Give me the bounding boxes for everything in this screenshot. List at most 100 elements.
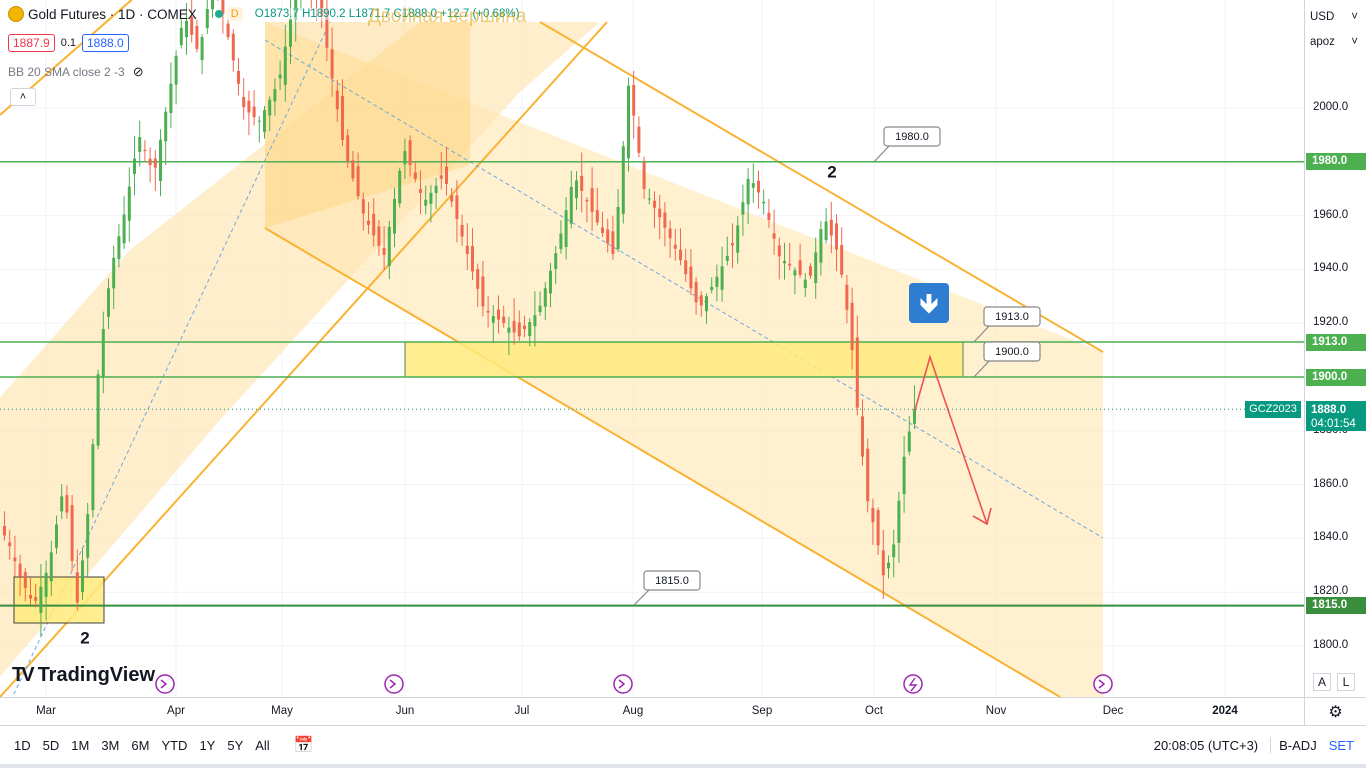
time-tick-label: Sep	[751, 705, 773, 717]
time-axis[interactable]: Mar Apr May Jun Jul Aug Sep Oct Nov Dec 2024	[0, 697, 1304, 725]
timeframe-button[interactable]: 3M	[95, 738, 125, 753]
candle-body	[465, 245, 469, 254]
candle-body	[871, 508, 875, 523]
currency-select[interactable]: USD ˅	[1308, 6, 1362, 28]
timeframe-button[interactable]: 1M	[65, 738, 95, 753]
candle-body	[273, 89, 277, 102]
candle-body	[34, 596, 38, 601]
collapse-legend-button[interactable]: ˄	[10, 88, 36, 106]
tradingview-logo[interactable]: TV TradingView	[12, 664, 155, 687]
timeframe-button[interactable]: All	[249, 738, 275, 753]
chart-settings-button[interactable]: ⚙	[1304, 697, 1366, 725]
candle-body	[736, 225, 740, 253]
candle-body	[434, 185, 438, 193]
scale-auto-button[interactable]: A	[1313, 673, 1331, 691]
candle-body	[751, 183, 755, 188]
candle-body	[741, 202, 745, 215]
time-tick-label: Apr	[167, 705, 185, 717]
candle-body	[819, 229, 823, 263]
clock-time[interactable]: 20:08:05 (UTC+3)	[1154, 738, 1258, 753]
candle-body	[772, 233, 776, 239]
candle-body	[341, 96, 344, 141]
candle-body	[845, 284, 849, 310]
candle-body	[616, 206, 620, 250]
candle-body	[91, 444, 95, 511]
unit-value: apoz	[1310, 36, 1335, 48]
candle-body	[569, 186, 573, 224]
price-chart[interactable]: 2 2 1980.0 1913.0 1900.0 1815.0	[0, 0, 1304, 697]
timeframe-button[interactable]: 1D	[8, 738, 37, 753]
chevron-down-icon: ˅	[1351, 11, 1358, 23]
candle-body	[725, 255, 729, 261]
level-price-badge: 1913.0	[1306, 333, 1366, 351]
candle-body	[803, 279, 807, 288]
time-tick-label: Mar	[36, 705, 56, 717]
candle-body	[881, 550, 885, 576]
candle-body	[876, 510, 880, 546]
logo-text: TradingView	[37, 664, 156, 686]
candle-body	[897, 500, 901, 543]
unit-select[interactable]: apoz ˅	[1308, 31, 1362, 53]
candle-body	[757, 180, 760, 193]
candle-body	[23, 572, 27, 588]
candle-body	[60, 496, 64, 512]
candle-body	[689, 266, 693, 289]
timeframe-group: 1D 5D 1M 3M 6M YTD 1Y 5Y All	[8, 738, 276, 753]
hidden-eye-icon[interactable]: ⊘	[133, 64, 144, 80]
candle-body	[278, 74, 282, 79]
candle-body	[788, 263, 792, 266]
candle-body	[533, 315, 537, 327]
candle-body	[486, 310, 490, 313]
candle-body	[481, 276, 485, 307]
timeframe-button[interactable]: YTD	[155, 738, 193, 753]
candle-body	[762, 201, 766, 204]
candle-body	[242, 97, 246, 108]
indicator-row[interactable]: BB 20 SMA close 2 -3 ⊘	[8, 64, 144, 80]
double-bottom-zone	[13, 576, 105, 624]
currency-value: USD	[1310, 11, 1335, 23]
indicator-label: BB 20 SMA close 2 -3	[8, 65, 125, 79]
timeframe-button[interactable]: 5Y	[221, 738, 249, 753]
candle-body	[621, 146, 625, 214]
adjustment-toggle[interactable]: B-ADJ	[1279, 738, 1317, 753]
candle-body	[159, 139, 162, 181]
candle-body	[174, 55, 178, 85]
candle-body	[887, 562, 890, 569]
date-range-icon[interactable]: 📅	[294, 735, 314, 755]
session-toggle[interactable]: SET	[1329, 738, 1354, 753]
time-tick-label: Jun	[395, 705, 415, 717]
ask-price[interactable]: 1888.0	[82, 34, 129, 52]
candle-body	[783, 260, 786, 264]
candle-body	[517, 322, 521, 337]
timeframe-button[interactable]: 6M	[125, 738, 155, 753]
price-tick-label: 1800.0	[1313, 639, 1349, 651]
candle-body	[247, 100, 251, 113]
timeframe-button[interactable]: 5D	[37, 738, 66, 753]
candle-body	[632, 84, 636, 116]
candle-body	[543, 288, 547, 307]
price-axis[interactable]: 1800.01820.01840.01860.01880.01900.01920…	[1304, 0, 1366, 697]
timeframe-button[interactable]: 1Y	[193, 738, 221, 753]
candle-body	[408, 140, 412, 166]
candle-body	[55, 524, 58, 548]
candle-body	[793, 270, 797, 276]
candle-body	[351, 160, 355, 179]
bid-price[interactable]: 1887.9	[8, 34, 55, 52]
candle-body	[595, 210, 599, 223]
candle-body	[554, 253, 558, 269]
candle-body	[424, 199, 428, 206]
candle-body	[268, 99, 272, 116]
price-tick-label: 1840.0	[1313, 531, 1349, 544]
level-price-badge: 1900.0	[1306, 368, 1366, 386]
candle-body	[148, 158, 152, 166]
callout-label: 1913.0	[995, 311, 1029, 323]
scale-log-button[interactable]: L	[1337, 673, 1355, 691]
price-tick-label: 1940.0	[1313, 262, 1349, 275]
chart-plot-area[interactable]: 2 2 1980.0 1913.0 1900.0 1815.0 Gold Futures …	[0, 0, 1304, 697]
candle-body	[611, 231, 615, 254]
candle-body	[647, 198, 651, 200]
time-tick-label: May	[271, 705, 293, 717]
symbol-title[interactable]: Gold Futures · 1D · COMEX	[28, 7, 197, 22]
candle-body	[429, 192, 433, 204]
candle-body	[528, 322, 532, 337]
